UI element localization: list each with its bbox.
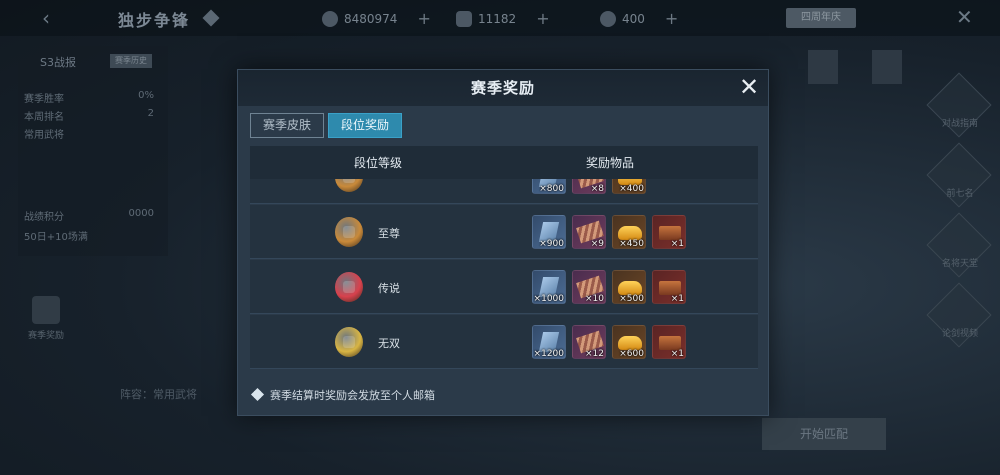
item-quantity: ×1200 bbox=[533, 349, 564, 359]
close-icon[interactable]: ✕ bbox=[736, 74, 762, 100]
rank-note: 50日+10场满 bbox=[24, 232, 88, 243]
item-quantity: ×800 bbox=[539, 184, 564, 194]
season-history-badge[interactable]: 赛季历史 bbox=[110, 54, 152, 68]
reward-item-purple[interactable]: ×12 bbox=[572, 325, 606, 359]
footer-note: 赛季结算时奖励会发放至个人邮箱 bbox=[250, 387, 435, 403]
lineup-label: 阵容：常用武将 bbox=[120, 388, 197, 401]
trophy-label: 赛季奖励 bbox=[28, 331, 65, 341]
right-menu-label: 论剑视频 bbox=[941, 329, 978, 339]
avatar[interactable] bbox=[808, 50, 838, 84]
table-header: 段位等级 奖励物品 bbox=[250, 146, 758, 179]
coin-value: 8480974 bbox=[344, 11, 398, 26]
stat-value: 0% bbox=[138, 90, 154, 101]
table-row: 传说 ×1000 ×10 ×500 ×1 bbox=[250, 260, 758, 314]
dialog-title: 赛季奖励 bbox=[470, 79, 535, 97]
rank-badge-icon bbox=[335, 327, 363, 357]
rewards-column-header: 奖励物品 bbox=[586, 156, 635, 170]
gold-value: 11182 bbox=[478, 11, 517, 26]
reward-item-red[interactable]: ×1 bbox=[652, 270, 686, 304]
crystal-resource: 400 + bbox=[600, 9, 678, 28]
season-report-title: S3战报 bbox=[40, 56, 76, 69]
coin-icon bbox=[322, 10, 338, 27]
reward-item-purple[interactable]: ×9 bbox=[572, 215, 606, 249]
reward-item-blue[interactable]: ×800 bbox=[532, 179, 566, 194]
rank-name: 传说 bbox=[378, 282, 400, 295]
rank-column-header: 段位等级 bbox=[354, 156, 403, 170]
item-quantity: ×1 bbox=[670, 294, 684, 304]
item-quantity: ×8 bbox=[590, 184, 604, 194]
avatar[interactable] bbox=[872, 50, 902, 84]
reward-items: ×1000 ×10 ×500 ×1 bbox=[532, 270, 686, 304]
right-menu-label: 名将天堂 bbox=[941, 259, 978, 269]
gold-resource: 11182 + bbox=[456, 9, 550, 28]
reward-tabs: 赛季皮肤 段位奖励 bbox=[250, 113, 403, 138]
points-label: 战绩积分 bbox=[24, 212, 64, 223]
reward-item-purple[interactable]: ×8 bbox=[572, 179, 606, 194]
gold-ingot-icon bbox=[456, 10, 472, 27]
item-quantity: ×1 bbox=[670, 239, 684, 249]
reward-items: ×800 ×8 ×400 bbox=[532, 179, 646, 194]
coin-add-icon[interactable]: + bbox=[417, 9, 430, 28]
item-quantity: ×900 bbox=[539, 239, 564, 249]
reward-list[interactable]: ×800 ×8 ×400 至尊 ×900 ×9 ×450 ×1 传说 ×1000 ×10 ×500 ×1… bbox=[250, 179, 758, 371]
back-icon[interactable]: ‹ bbox=[42, 6, 50, 30]
rank-name: 无双 bbox=[378, 337, 400, 350]
mode-diamond-icon bbox=[202, 9, 220, 27]
item-quantity: ×1000 bbox=[533, 294, 564, 304]
rank-badge-icon bbox=[335, 217, 363, 247]
reward-item-gold[interactable]: ×450 bbox=[612, 215, 646, 249]
reward-items: ×1200 ×12 ×600 ×1 bbox=[532, 325, 686, 359]
item-quantity: ×400 bbox=[619, 184, 644, 194]
coin-resource: 8480974 + bbox=[322, 9, 431, 28]
reward-items: ×900 ×9 ×450 ×1 bbox=[532, 215, 686, 249]
table-row: 无双 ×1200 ×12 ×600 ×1 bbox=[250, 315, 758, 369]
season-report-panel: S3战报 赛季历史 赛季胜率 0% 本周排名 2 常用武将 战绩积分 0000 … bbox=[18, 46, 168, 256]
points-value: 0000 bbox=[128, 208, 154, 219]
table-row: ×800 ×8 ×400 bbox=[250, 179, 758, 204]
crystal-value: 400 bbox=[622, 11, 645, 26]
item-quantity: ×10 bbox=[585, 294, 604, 304]
diamond-bullet-icon bbox=[250, 387, 265, 402]
reward-item-gold[interactable]: ×600 bbox=[612, 325, 646, 359]
item-quantity: ×450 bbox=[619, 239, 644, 249]
screen-close-icon[interactable]: ✕ bbox=[956, 5, 973, 29]
right-menu-label: 前七名 bbox=[946, 189, 974, 199]
event-button[interactable]: 四周年庆 bbox=[786, 8, 856, 28]
reward-item-gold[interactable]: ×500 bbox=[612, 270, 646, 304]
item-quantity: ×500 bbox=[619, 294, 644, 304]
stat-label: 赛季胜率 bbox=[24, 94, 64, 105]
trophy-icon[interactable] bbox=[32, 296, 60, 324]
top-bar: ‹ 独步争锋 8480974 + 11182 + 400 + 四周年庆 ✕ bbox=[0, 0, 1000, 36]
reward-item-blue[interactable]: ×1200 bbox=[532, 325, 566, 359]
item-quantity: ×1 bbox=[670, 349, 684, 359]
reward-item-gold[interactable]: ×400 bbox=[612, 179, 646, 194]
crystal-icon bbox=[600, 10, 616, 27]
item-quantity: ×600 bbox=[619, 349, 644, 359]
rank-badge-icon bbox=[335, 272, 363, 302]
reward-item-blue[interactable]: ×1000 bbox=[532, 270, 566, 304]
rank-name: 至尊 bbox=[378, 227, 400, 240]
mail-notice-text: 赛季结算时奖励会发放至个人邮箱 bbox=[270, 389, 435, 402]
item-quantity: ×12 bbox=[585, 349, 604, 359]
season-rewards-dialog: 赛季奖励 ✕ 赛季皮肤 段位奖励 段位等级 奖励物品 ×800 ×8 ×400 至尊 ×… bbox=[237, 69, 769, 416]
gold-add-icon[interactable]: + bbox=[536, 9, 549, 28]
stat-value: 2 bbox=[147, 108, 154, 119]
screen-title: 独步争锋 bbox=[118, 11, 191, 30]
stat-label: 常用武将 bbox=[24, 130, 64, 141]
rank-badge-icon bbox=[335, 179, 363, 192]
reward-item-purple[interactable]: ×10 bbox=[572, 270, 606, 304]
stat-label: 本周排名 bbox=[24, 112, 64, 123]
right-menu-label: 对战指南 bbox=[941, 119, 978, 129]
tab-season-skins[interactable]: 赛季皮肤 bbox=[250, 113, 325, 138]
dialog-header: 赛季奖励 ✕ bbox=[238, 70, 768, 106]
item-quantity: ×9 bbox=[590, 239, 604, 249]
reward-item-red[interactable]: ×1 bbox=[652, 215, 686, 249]
tab-rank-rewards[interactable]: 段位奖励 bbox=[328, 113, 403, 138]
reward-item-blue[interactable]: ×900 bbox=[532, 215, 566, 249]
crystal-add-icon[interactable]: + bbox=[665, 9, 678, 28]
reward-item-red[interactable]: ×1 bbox=[652, 325, 686, 359]
table-row: 至尊 ×900 ×9 ×450 ×1 bbox=[250, 205, 758, 259]
start-match-button[interactable]: 开始匹配 bbox=[762, 418, 886, 450]
